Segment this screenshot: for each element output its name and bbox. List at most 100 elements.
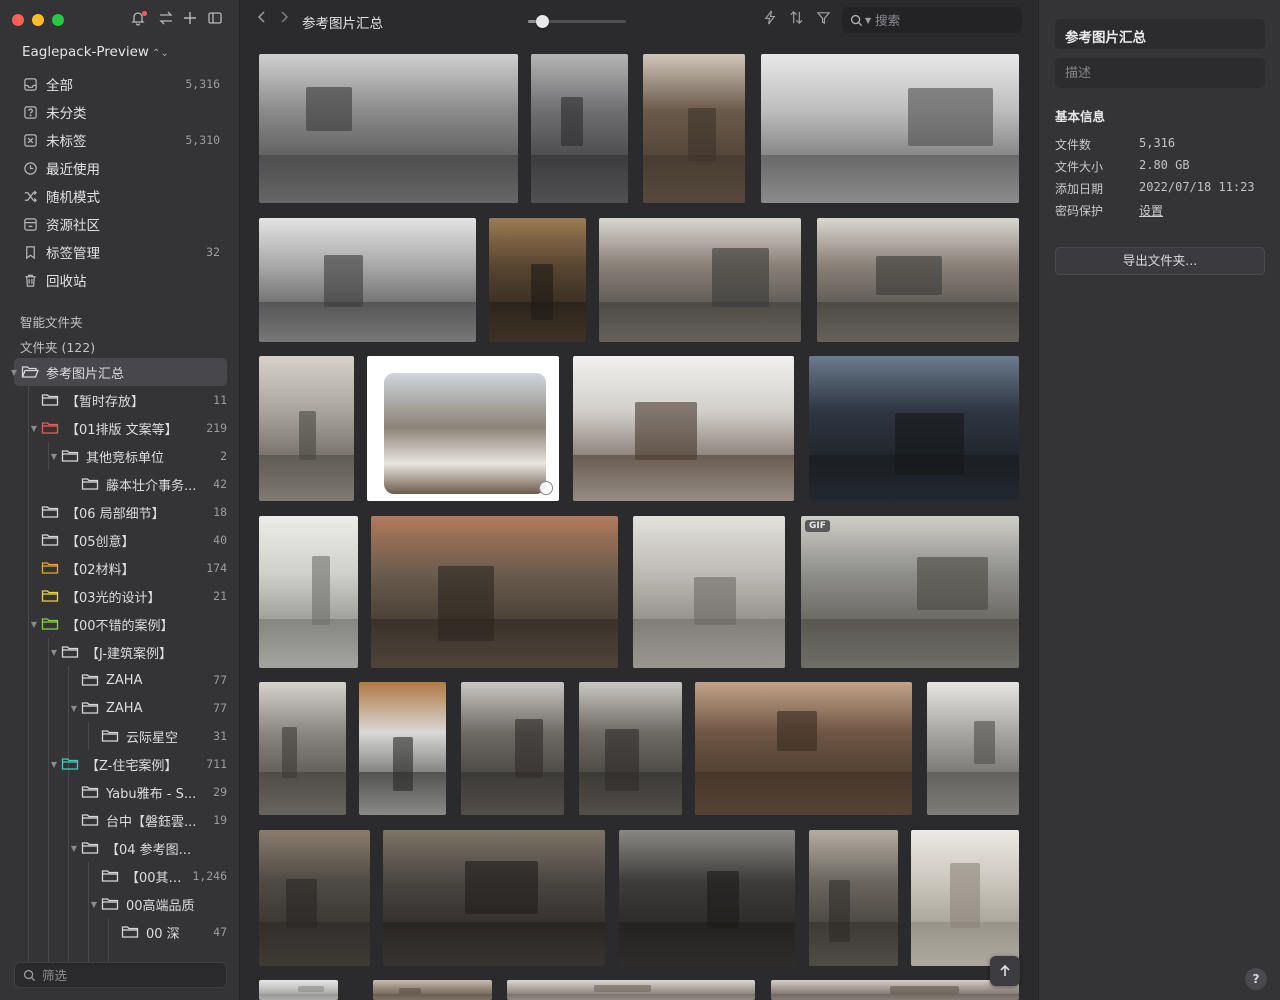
image-thumbnail[interactable] [771, 980, 1019, 1000]
sync-arrows-icon[interactable] [156, 10, 176, 30]
image-thumbnail[interactable] [695, 682, 912, 815]
folder-tree-item[interactable]: 云际星空 31 [88, 722, 227, 750]
description-input[interactable] [1065, 65, 1255, 81]
nav-untagged[interactable]: 未标签 5,310 [14, 127, 228, 153]
disclosure-triangle-icon[interactable]: ▼ [68, 704, 80, 713]
bell-icon[interactable] [128, 10, 148, 30]
nav-uncategorized[interactable]: 未分类 [14, 99, 228, 125]
folder-name-field[interactable]: 参考图片汇总 [1055, 19, 1265, 49]
image-thumbnail[interactable] [619, 830, 795, 966]
password-setup-link[interactable]: 设置 [1139, 202, 1163, 219]
sort-icon[interactable] [786, 10, 806, 30]
image-thumbnail[interactable] [367, 356, 559, 501]
folders-heading[interactable]: 文件夹 (122) [20, 337, 95, 356]
folder-tree-item[interactable]: 【00其他... 1,246 [88, 862, 227, 890]
minimize-window-button[interactable] [32, 14, 44, 26]
close-window-button[interactable] [12, 14, 24, 26]
image-thumbnail[interactable] [461, 682, 564, 815]
image-thumbnail[interactable] [259, 980, 338, 1000]
folder-tree-item[interactable]: 00 深 47 [108, 918, 227, 946]
folder-tree-item[interactable]: ZAHA 77 [68, 666, 227, 694]
lightning-icon[interactable] [760, 10, 780, 30]
folder-tree-item[interactable]: 【02材料】 174 [28, 554, 227, 582]
smart-folders-heading[interactable]: 智能文件夹 [20, 312, 83, 331]
folder-tree-item[interactable]: ▼ 【00不错的案例】 [28, 610, 227, 638]
folder-tree-item[interactable]: ▼ ZAHA 77 [68, 694, 227, 722]
thumbnail-art [895, 412, 965, 475]
folder-tree-item[interactable]: ▼ 【01排版 文案等】 219 [28, 414, 227, 442]
nav-all[interactable]: 全部 5,316 [14, 71, 228, 97]
image-thumbnail[interactable] [817, 218, 1019, 342]
disclosure-triangle-icon[interactable]: ▼ [8, 368, 20, 377]
search-input[interactable] [875, 12, 1006, 28]
help-button[interactable]: ? [1245, 968, 1267, 990]
image-thumbnail[interactable] [761, 54, 1019, 203]
image-thumbnail[interactable] [579, 682, 682, 815]
image-thumbnail[interactable] [599, 218, 801, 342]
folder-tree-item[interactable]: 【06 局部细节】 18 [28, 498, 227, 526]
filter-funnel-icon[interactable] [813, 10, 833, 30]
nav-trash[interactable]: 回收站 [14, 267, 228, 293]
disclosure-triangle-icon[interactable]: ▼ [48, 452, 60, 461]
folder-tree-item[interactable]: 台中【磐鈺雲... 19 [68, 806, 227, 834]
nav-community[interactable]: 资源社区 [14, 211, 228, 237]
image-thumbnail[interactable] [633, 516, 785, 668]
folder-tree-item[interactable]: Yabu雅布 - S... 29 [68, 778, 227, 806]
image-thumbnail[interactable]: GIF [801, 516, 1019, 668]
nav-tags[interactable]: 标签管理 32 [14, 239, 228, 265]
image-thumbnail[interactable] [371, 516, 618, 668]
disclosure-triangle-icon[interactable]: ▼ [88, 900, 100, 909]
zoom-slider[interactable] [528, 15, 626, 28]
folder-tree-item[interactable]: ▼ 00高端品质 [88, 890, 227, 918]
nav-recent[interactable]: 最近使用 [14, 155, 228, 181]
folder-tree-item[interactable]: ▼ 【04 参考图... [68, 834, 227, 862]
image-thumbnail[interactable] [259, 682, 346, 815]
image-thumbnail[interactable] [809, 356, 1019, 501]
image-thumbnail[interactable] [573, 356, 794, 501]
folder-tree-item[interactable]: ▼ 参考图片汇总 [11, 358, 227, 386]
disclosure-triangle-icon[interactable]: ▼ [28, 620, 40, 629]
folder-tree-item[interactable]: ▼ 【Z-住宅案例】 711 [48, 750, 227, 778]
zoom-window-button[interactable] [52, 14, 64, 26]
image-thumbnail[interactable] [489, 218, 586, 342]
disclosure-triangle-icon[interactable]: ▼ [48, 648, 60, 657]
image-thumbnail[interactable] [531, 54, 628, 203]
disclosure-triangle-icon[interactable]: ▼ [28, 424, 40, 433]
image-thumbnail[interactable] [383, 830, 605, 966]
folder-tree-item[interactable]: 【暂时存放】 11 [28, 386, 227, 414]
thumbnail-art [599, 302, 801, 342]
back-button[interactable] [252, 10, 272, 30]
add-icon[interactable] [180, 10, 200, 30]
folder-tree-item[interactable]: ▼ 【J-建筑案例】 [48, 638, 227, 666]
forward-button[interactable] [274, 10, 294, 30]
nav-random[interactable]: 随机模式 [14, 183, 228, 209]
sidebar-toggle-icon[interactable] [205, 10, 225, 30]
image-thumbnail[interactable] [259, 516, 358, 668]
filter-box[interactable] [14, 962, 227, 988]
zoom-slider-knob[interactable] [535, 15, 549, 28]
image-thumbnail[interactable] [809, 830, 898, 966]
image-thumbnail[interactable] [373, 980, 492, 1000]
image-thumbnail[interactable] [927, 682, 1019, 815]
image-thumbnail[interactable] [359, 682, 446, 815]
folder-tree-item[interactable]: 藤本壮介事务... 42 [68, 470, 227, 498]
disclosure-triangle-icon[interactable]: ▼ [48, 760, 60, 769]
image-thumbnail[interactable] [643, 54, 745, 203]
disclosure-triangle-icon[interactable]: ▼ [68, 844, 80, 853]
export-folder-button[interactable]: 导出文件夹... [1055, 247, 1265, 275]
search-box[interactable]: ▼ [842, 7, 1022, 33]
image-thumbnail[interactable] [259, 218, 476, 342]
chevron-down-icon[interactable]: ▼ [865, 16, 871, 25]
scroll-to-top-button[interactable] [990, 956, 1020, 986]
filter-input[interactable] [42, 967, 212, 983]
folder-tree-item[interactable]: 【03光的设计】 21 [28, 582, 227, 610]
description-field[interactable] [1055, 58, 1265, 88]
folder-tree-item[interactable]: 【05创意】 40 [28, 526, 227, 554]
folder-tree-item[interactable]: ▼ 其他竞标单位 2 [48, 442, 227, 470]
image-thumbnail[interactable] [911, 830, 1019, 966]
image-thumbnail[interactable] [507, 980, 755, 1000]
image-thumbnail[interactable] [259, 356, 354, 501]
image-thumbnail[interactable] [259, 54, 518, 203]
image-thumbnail[interactable] [259, 830, 370, 966]
library-switcher[interactable]: Eaglepack-Preview ⌃⌄ [22, 44, 169, 60]
